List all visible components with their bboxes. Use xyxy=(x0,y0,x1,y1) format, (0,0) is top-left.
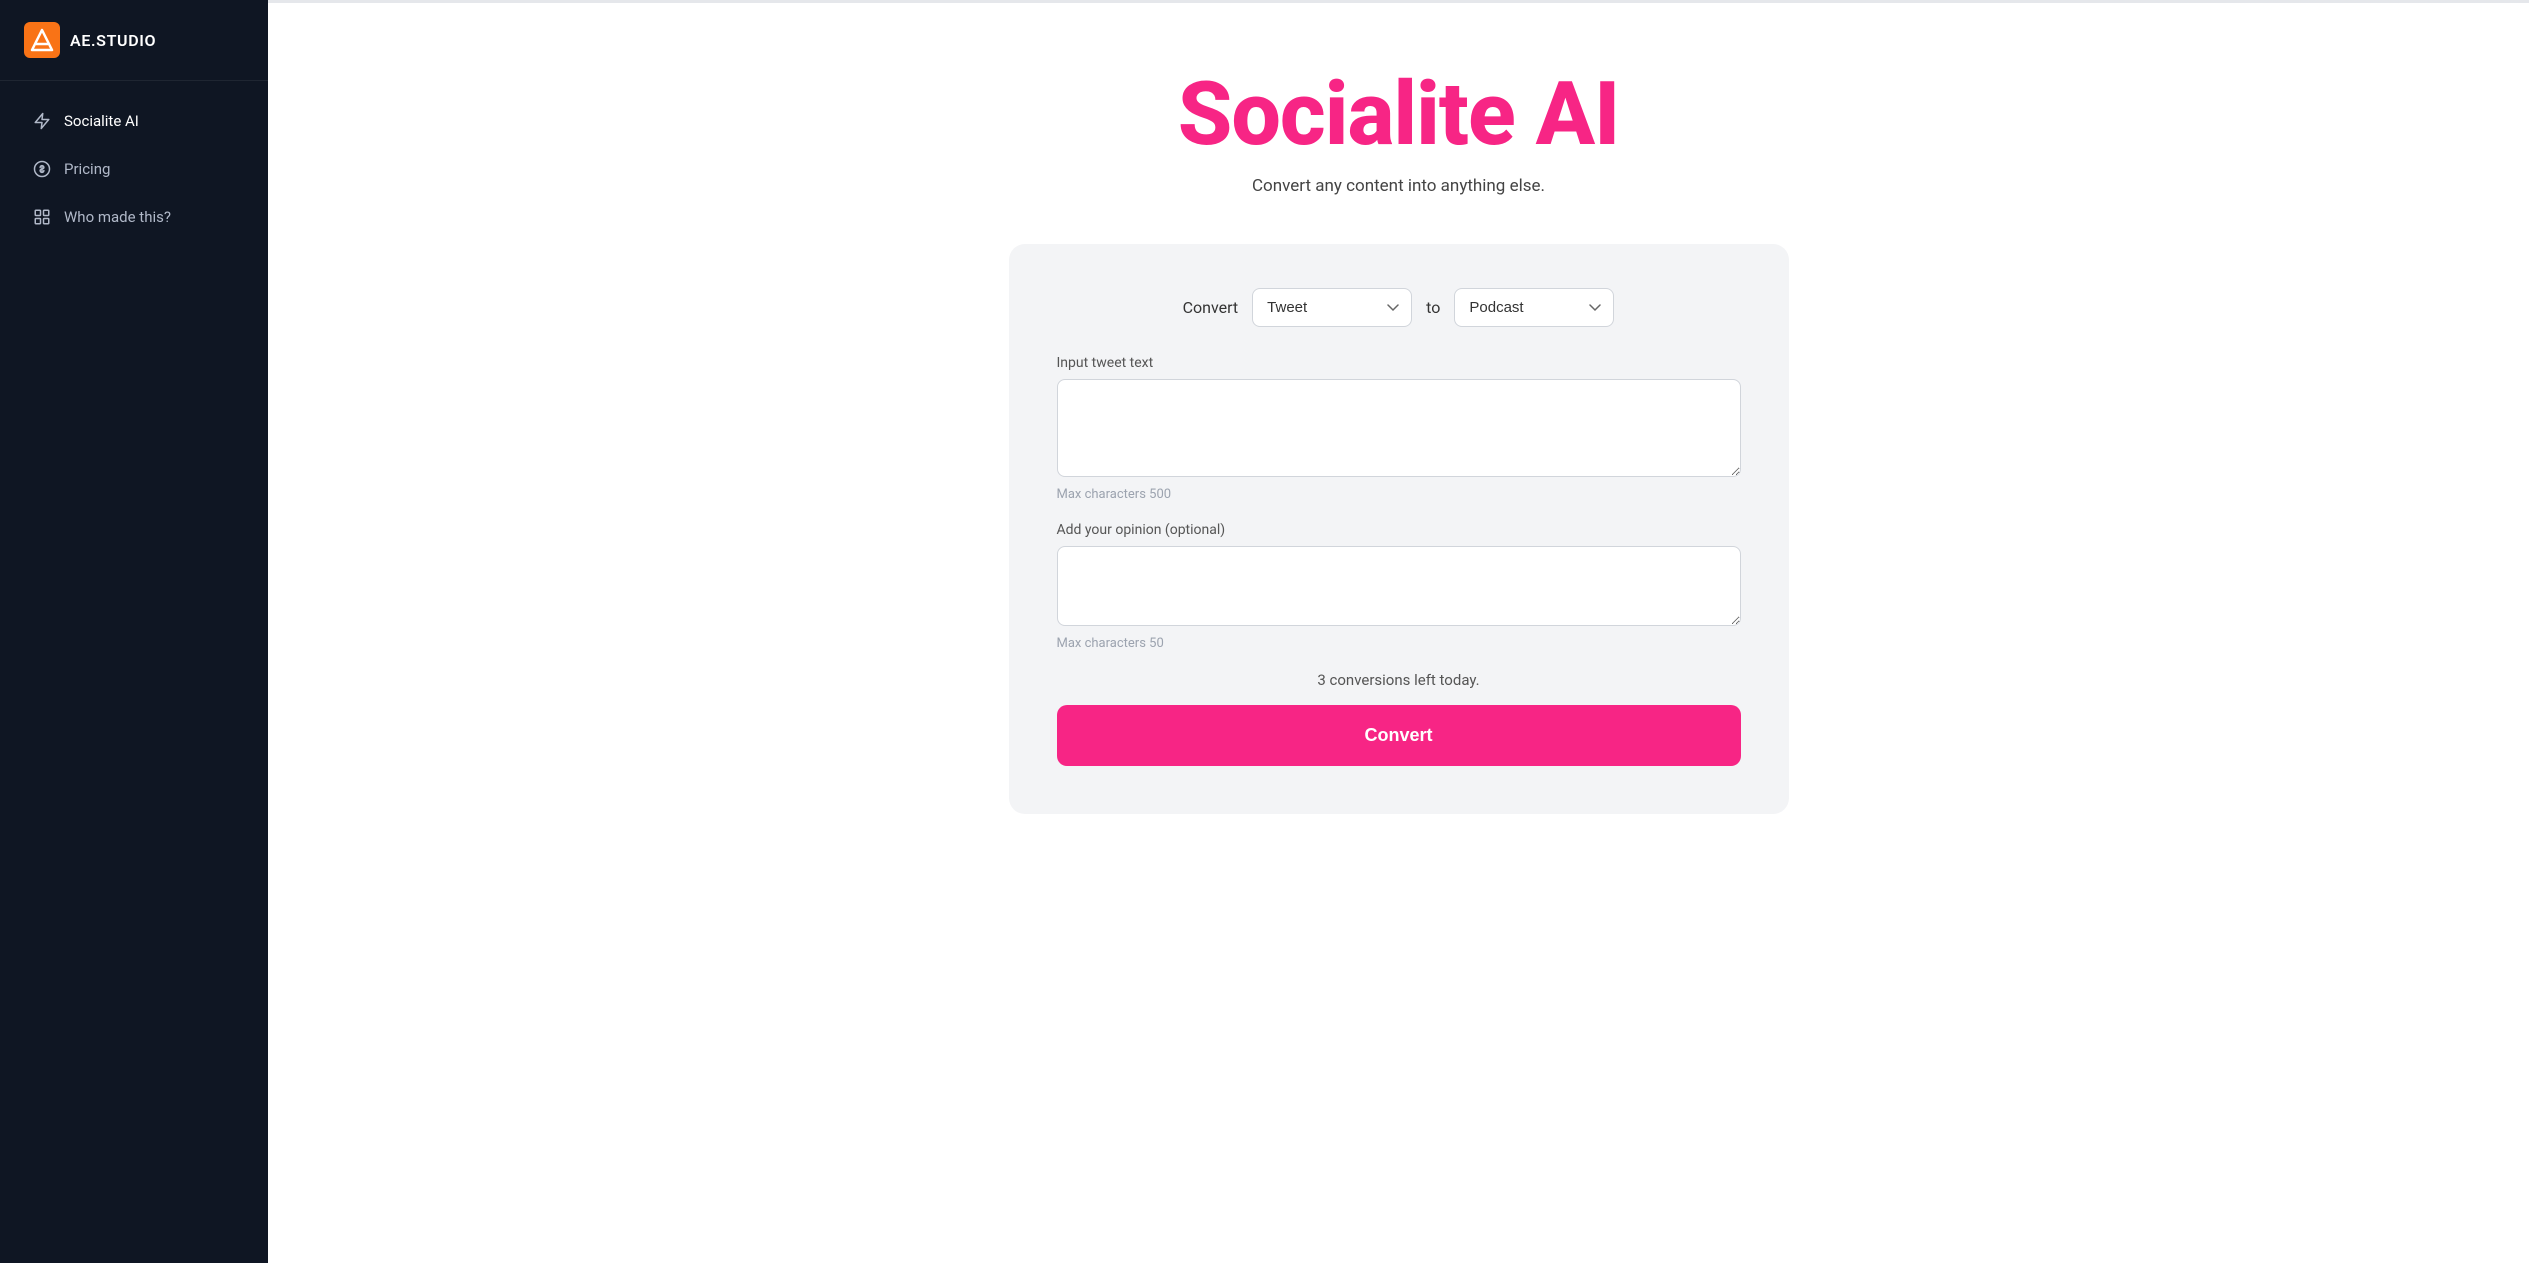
source-select[interactable]: Tweet Article Blog Post LinkedIn Post Em… xyxy=(1252,288,1412,327)
sidebar-item-label-pricing: Pricing xyxy=(64,160,110,178)
to-label: to xyxy=(1426,298,1440,317)
dollar-circle-icon xyxy=(32,159,52,179)
tweet-textarea[interactable] xyxy=(1057,379,1741,477)
tweet-field-label: Input tweet text xyxy=(1057,355,1741,371)
convert-row: Convert Tweet Article Blog Post LinkedIn… xyxy=(1057,288,1741,327)
tweet-field-group: Input tweet text Max characters 500 xyxy=(1057,355,1741,502)
conversions-left: 3 conversions left today. xyxy=(1057,671,1741,689)
convert-button[interactable]: Convert xyxy=(1057,705,1741,766)
opinion-textarea[interactable] xyxy=(1057,546,1741,626)
converter-card: Convert Tweet Article Blog Post LinkedIn… xyxy=(1009,244,1789,814)
tweet-field-hint: Max characters 500 xyxy=(1057,487,1741,502)
sidebar-item-socialite-ai[interactable]: Socialite AI xyxy=(8,99,260,143)
sidebar-logo: AE.STUDIO xyxy=(0,0,268,81)
opinion-field-label: Add your opinion (optional) xyxy=(1057,522,1741,538)
sidebar-item-pricing[interactable]: Pricing xyxy=(8,147,260,191)
sidebar-item-label-who-made-this: Who made this? xyxy=(64,208,171,226)
main-content: Socialite AI Convert any content into an… xyxy=(268,0,2529,1263)
page-content: Socialite AI Convert any content into an… xyxy=(268,3,2529,1263)
sidebar: AE.STUDIO Socialite AI Pricing xyxy=(0,0,268,1263)
opinion-field-hint: Max characters 50 xyxy=(1057,636,1741,651)
sidebar-item-who-made-this[interactable]: Who made this? xyxy=(8,195,260,239)
ae-studio-logo-icon xyxy=(24,22,60,58)
app-subtitle: Convert any content into anything else. xyxy=(1252,176,1545,196)
sidebar-nav: Socialite AI Pricing xyxy=(0,81,268,257)
target-select[interactable]: Podcast Tweet Article Blog Post Email xyxy=(1454,288,1614,327)
sidebar-item-label-socialite-ai: Socialite AI xyxy=(64,112,139,130)
app-title: Socialite AI xyxy=(1178,63,1620,166)
grid-icon xyxy=(32,207,52,227)
convert-label: Convert xyxy=(1183,298,1239,317)
opinion-field-group: Add your opinion (optional) Max characte… xyxy=(1057,522,1741,651)
bolt-icon xyxy=(32,111,52,131)
logo-text: AE.STUDIO xyxy=(70,31,156,50)
